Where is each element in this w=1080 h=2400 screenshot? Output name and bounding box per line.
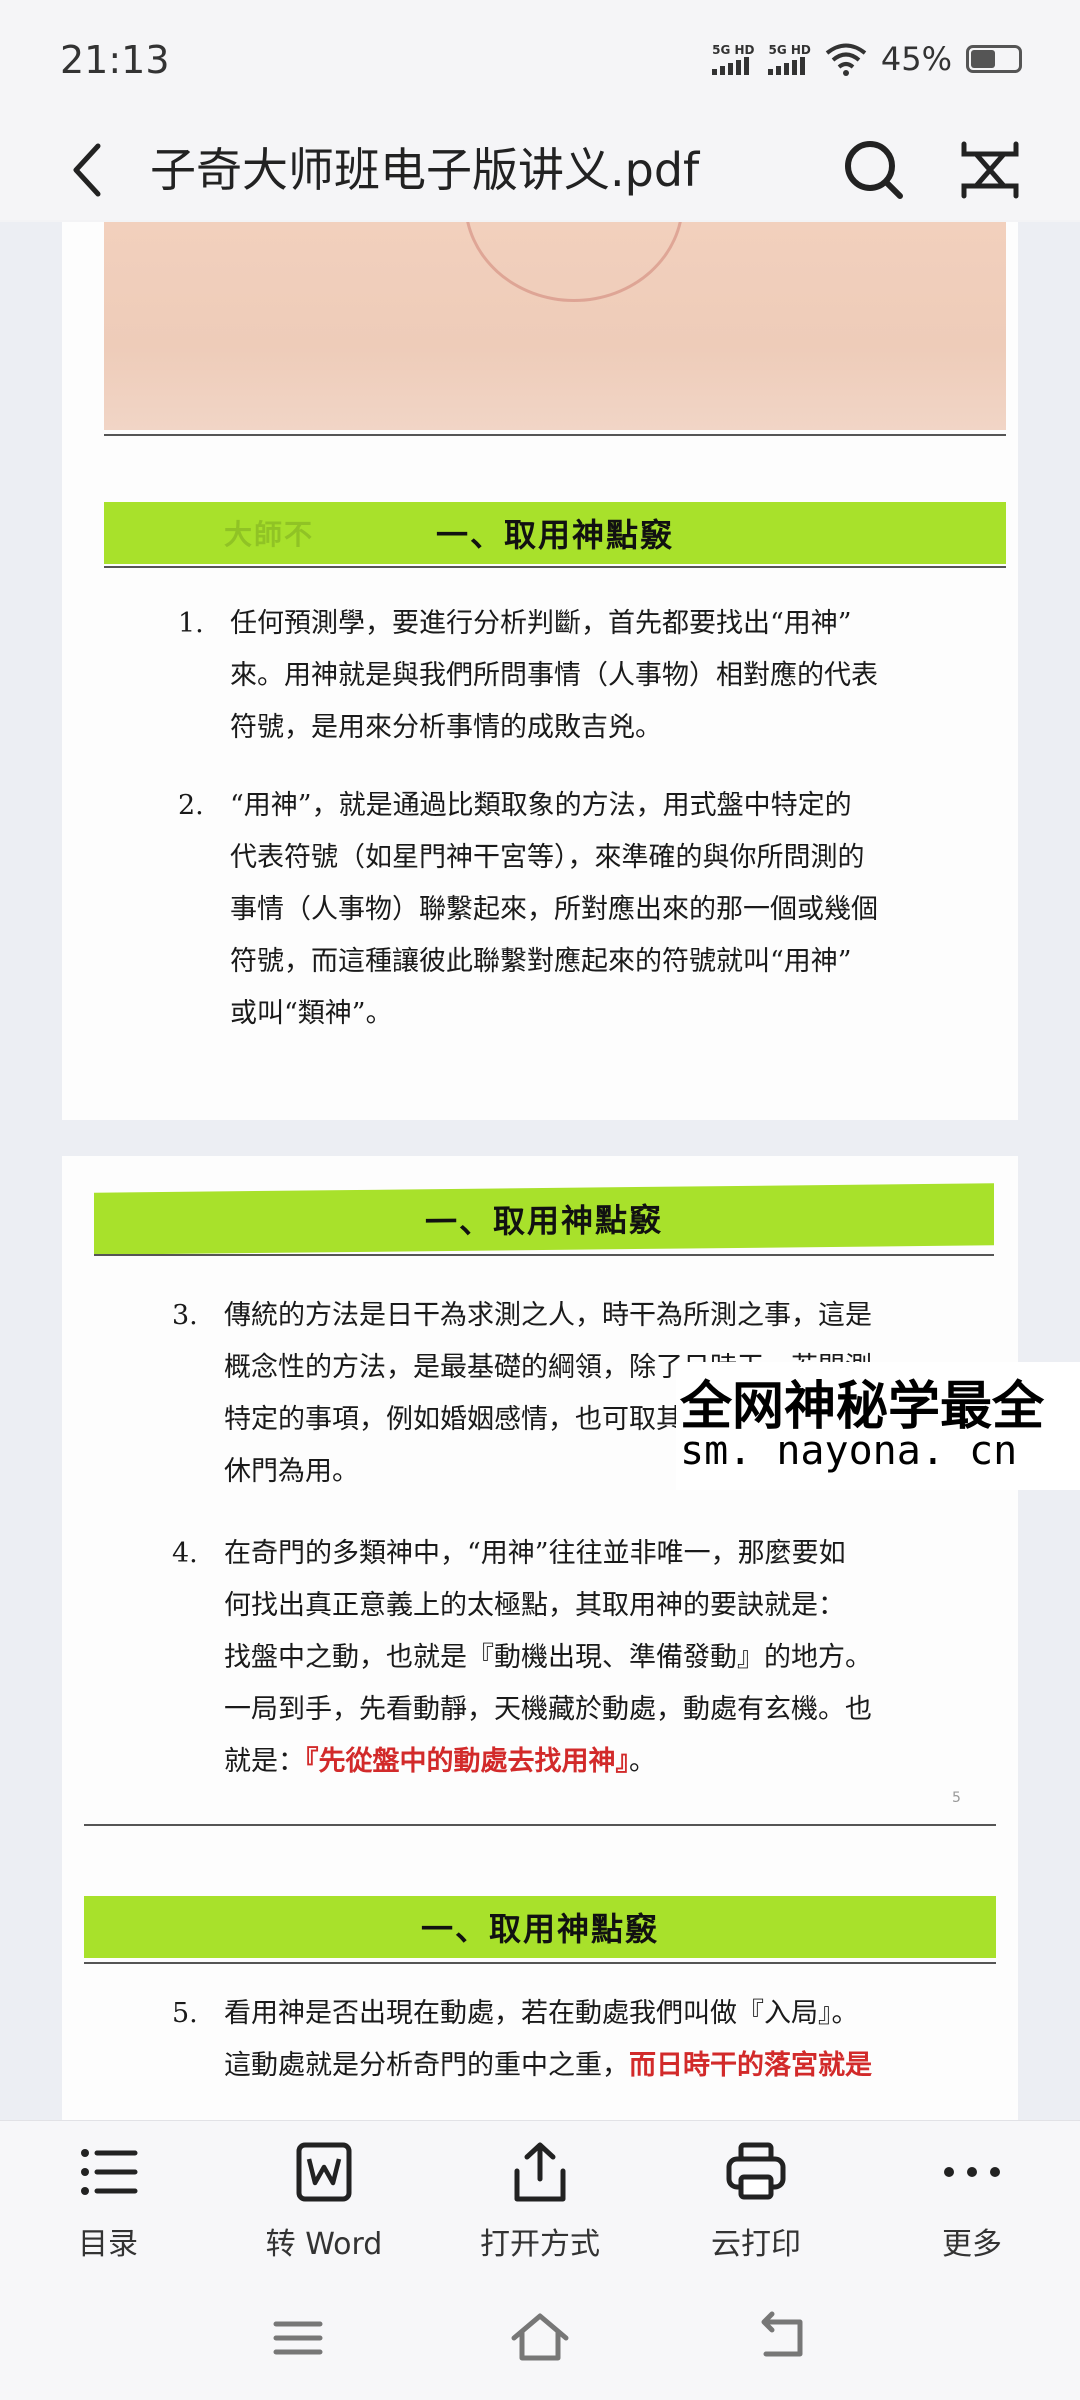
list-item: 4. 在奇門的多類神中，“用神”往往並非唯一，那麼要如 何找出真正意義上的太極點…	[172, 1528, 1002, 1798]
item-line: 傳統的方法是日干為求測之人，時干為所測之事，這是	[224, 1300, 872, 1331]
item-line: 符號，是用來分析事情的成敗吉兇。	[230, 712, 662, 743]
watermark: 全网神秘学最全 sm. nayona. cn	[676, 1362, 1080, 1490]
back-nav-icon[interactable]	[750, 2308, 814, 2368]
pdf-viewer[interactable]: 大師不 一、取用神點竅 1. 任何預測學，要進行分析判斷，首先都要找出“用神” …	[0, 222, 1080, 2122]
more-button[interactable]: 更多	[882, 2139, 1062, 2279]
signal-label: 5G HD	[712, 42, 755, 57]
item-number: 3.	[172, 1300, 198, 1331]
item-line: 事情（人事物）聯繫起來，所對應出來的那一個或幾個	[230, 894, 878, 925]
item-number: 2.	[178, 790, 204, 821]
toc-label: 目录	[78, 2227, 138, 2262]
cloud-print-button[interactable]: 云打印	[666, 2139, 846, 2279]
section-title: 一、取用神點竅	[420, 1910, 659, 1948]
title-bar: 子奇大师班电子版讲义.pdf	[0, 120, 1080, 220]
item-line: 看用神是否出現在動處，若在動處我們叫做『入局』。	[224, 1998, 859, 2029]
open-with-button[interactable]: 打开方式	[450, 2139, 630, 2279]
cloud-print-label: 云打印	[711, 2227, 801, 2262]
battery-icon	[966, 45, 1022, 73]
document-title: 子奇大师班电子版讲义.pdf	[150, 143, 700, 197]
printer-icon	[726, 2142, 786, 2200]
signal-icon: 5G HD	[712, 42, 755, 75]
item-line: 找盤中之動，也就是『動機出現、準備發動』的地方。	[224, 1642, 872, 1673]
banner-ghost-text: 大師不	[224, 518, 315, 551]
divider	[84, 1962, 996, 1964]
item-line-prefix: 這動處就是分析奇門的重中之重，	[224, 2050, 629, 2081]
list-item: 2. “用神”，就是通過比類取象的方法，用式盤中特定的 代表符號（如星門神干宮等…	[178, 780, 998, 1050]
more-icon	[944, 2167, 1000, 2177]
item-line-suffix: 。	[629, 1746, 656, 1777]
section-title: 一、取用神點竅	[424, 1200, 663, 1242]
item-line: “用神”，就是通過比類取象的方法，用式盤中特定的	[230, 790, 852, 821]
divider	[84, 1824, 996, 1826]
pdf-page: 大師不 一、取用神點竅 1. 任何預測學，要進行分析判斷，首先都要找出“用神” …	[62, 222, 1018, 1120]
item-line: 符號，而這種讓彼此聯繫對應起來的符號就叫“用神”	[230, 946, 852, 977]
battery-percent: 45%	[880, 40, 952, 78]
status-bar: 21:13 5G HD 5G HD 45%	[0, 0, 1080, 120]
item-line: 來。用神就是與我們所問事情（人事物）相對應的代表	[230, 660, 878, 691]
highlight-text: 而日時干的落宮就是	[629, 2050, 872, 2081]
status-icons: 5G HD 5G HD 45%	[712, 40, 1022, 78]
convert-word-label: 转 Word	[265, 2227, 383, 2262]
item-line: 一局到手，先看動靜，天機藏於動處，動處有玄機。也	[224, 1694, 872, 1725]
word-icon	[296, 2142, 352, 2202]
item-line-prefix: 就是：	[224, 1746, 305, 1777]
item-line: 在奇門的多類神中，“用神”往往並非唯一，那麼要如	[224, 1538, 846, 1569]
more-label: 更多	[942, 2227, 1002, 2262]
wifi-icon	[825, 43, 867, 76]
toc-button[interactable]: 目录	[18, 2139, 198, 2279]
watermark-url: sm. nayona. cn	[680, 1428, 1018, 1474]
item-line-highlight: 就是：『先從盤中的動處去找用神』。	[224, 1736, 872, 1788]
system-nav-bar	[0, 2280, 1080, 2400]
item-number: 4.	[172, 1538, 198, 1569]
item-number: 5.	[172, 1998, 198, 2029]
signal-label-2: 5G HD	[768, 42, 811, 57]
item-line: 何找出真正意義上的太極點，其取用神的要訣就是：	[224, 1590, 845, 1621]
page-number: 5	[952, 1790, 961, 1806]
share-icon	[514, 2142, 566, 2202]
section-banner: 一、取用神點竅	[94, 1183, 994, 1255]
section-banner: 一、取用神點竅	[84, 1896, 996, 1958]
divider	[104, 566, 1006, 568]
convert-word-button[interactable]: 转 Word	[234, 2139, 414, 2279]
stamp-image	[104, 222, 1006, 430]
expand-icon[interactable]	[954, 134, 1026, 206]
divider	[104, 434, 1006, 436]
section-title: 一、取用神點竅	[435, 516, 674, 554]
search-icon[interactable]	[838, 134, 910, 206]
item-line: 代表符號（如星門神干宮等），來準確的與你所問測的	[230, 842, 865, 873]
home-icon[interactable]	[508, 2308, 572, 2368]
signal-icon-2: 5G HD	[768, 42, 811, 75]
item-number: 1.	[178, 608, 204, 639]
list-item: 5. 看用神是否出現在動處，若在動處我們叫做『入局』。 這動處就是分析奇門的重中…	[172, 1988, 1002, 2108]
bottom-toolbar: 目录 转 Word 打开方式 云打印 更多	[0, 2120, 1080, 2280]
item-line: 任何預測學，要進行分析判斷，首先都要找出“用神”	[230, 608, 852, 639]
list-icon	[81, 2149, 138, 2195]
item-line-highlight: 這動處就是分析奇門的重中之重，而日時干的落宮就是	[224, 2040, 872, 2092]
back-icon[interactable]	[60, 134, 120, 206]
highlight-text: 『先從盤中的動處去找用神』	[305, 1746, 629, 1777]
divider	[94, 1254, 994, 1256]
open-with-label: 打开方式	[480, 2227, 600, 2262]
section-banner: 大師不 一、取用神點竅	[104, 502, 1006, 564]
list-item: 1. 任何預測學，要進行分析判斷，首先都要找出“用神” 來。用神就是與我們所問事…	[178, 598, 978, 758]
pdf-page: 一、取用神點竅 3. 傳統的方法是日干為求測之人，時干為所測之事，這是 概念性的…	[62, 1156, 1018, 2122]
menu-icon[interactable]	[266, 2308, 330, 2368]
item-line: 或叫“類神”。	[230, 998, 393, 1029]
status-time: 21:13	[60, 38, 170, 82]
